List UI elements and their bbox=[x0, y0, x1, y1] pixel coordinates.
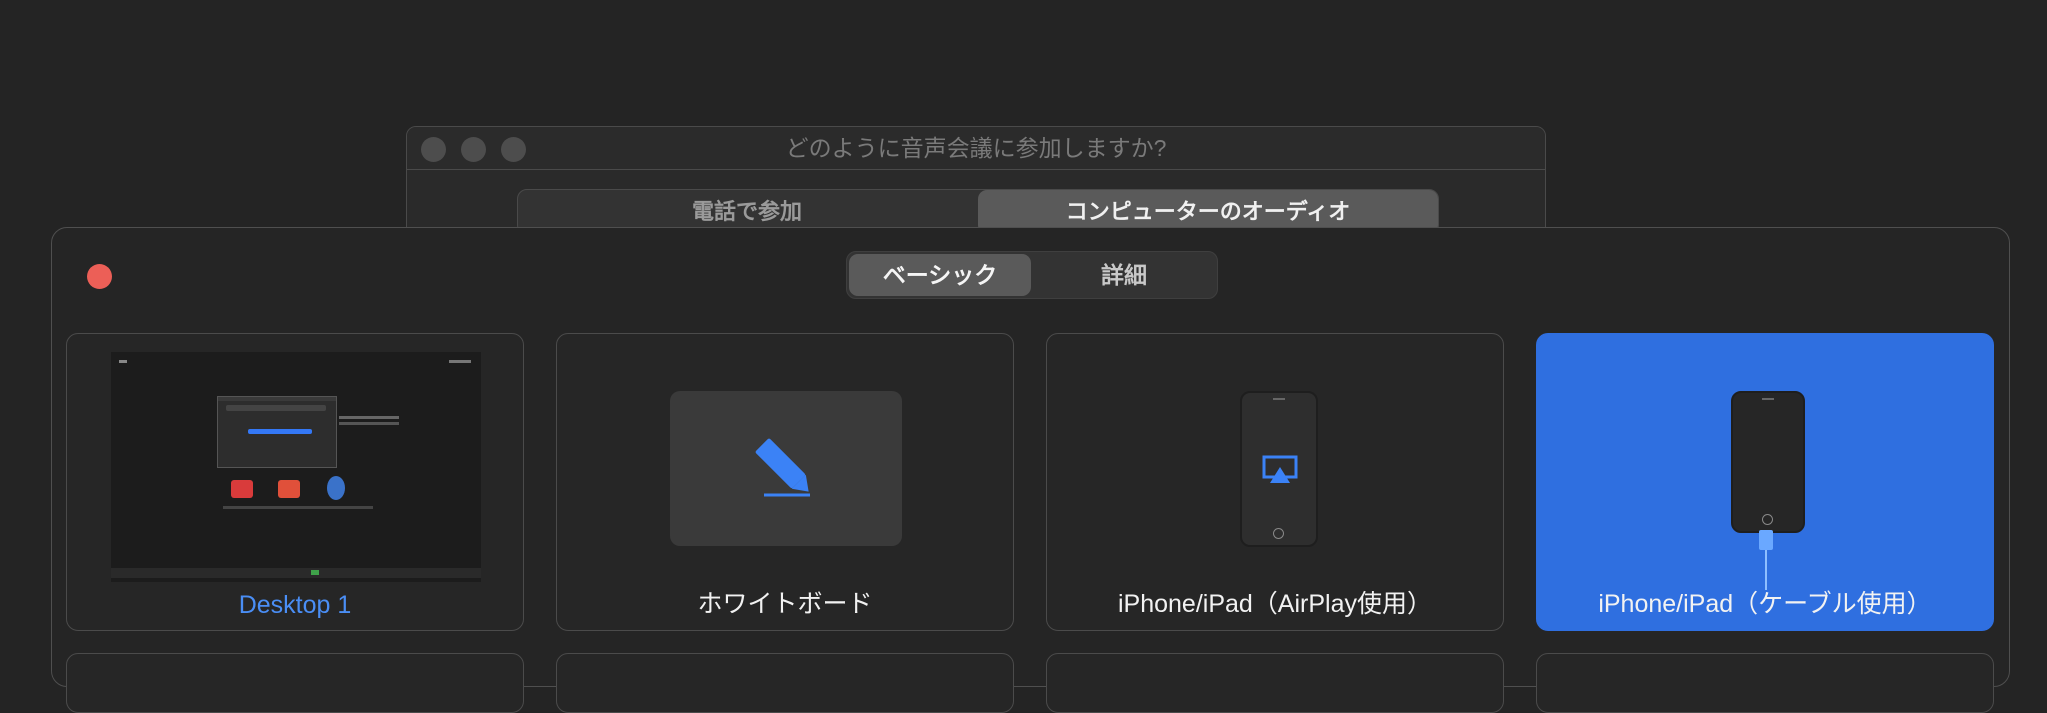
iphone-cable-label: iPhone/iPad（ケーブル使用） bbox=[1598, 590, 1932, 618]
cable-icon bbox=[1759, 530, 1773, 550]
iphone-airplay-label: iPhone/iPad（AirPlay使用） bbox=[1117, 590, 1432, 618]
pen-icon bbox=[755, 438, 810, 497]
whiteboard-label: ホワイトボード bbox=[697, 590, 873, 618]
share-option-row2-3[interactable] bbox=[1046, 653, 1504, 713]
share-screen-window: ベーシック 詳細 Desktop 1 ホワイトボード iPhone/iPad（A… bbox=[51, 227, 2010, 713]
phone-cable-thumbnail bbox=[1731, 391, 1805, 533]
close-button[interactable] bbox=[87, 264, 112, 289]
share-option-whiteboard[interactable]: ホワイトボード bbox=[556, 333, 1014, 631]
share-mode-tabs: ベーシック 詳細 bbox=[846, 251, 1218, 299]
airplay-icon bbox=[1262, 455, 1298, 483]
tab-basic[interactable]: ベーシック bbox=[849, 254, 1031, 296]
audio-dialog-title: どのように音声会議に参加しますか? bbox=[785, 135, 1167, 161]
phone-airplay-thumbnail bbox=[1240, 391, 1318, 547]
desktop-label: Desktop 1 bbox=[238, 591, 352, 619]
share-option-row2-2[interactable] bbox=[556, 653, 1014, 713]
share-option-row2-4[interactable] bbox=[1536, 653, 1994, 713]
tab-advanced[interactable]: 詳細 bbox=[1033, 254, 1215, 296]
share-option-row2-1[interactable] bbox=[66, 653, 524, 713]
share-option-desktop[interactable]: Desktop 1 bbox=[66, 333, 524, 631]
share-option-iphone-cable[interactable]: iPhone/iPad（ケーブル使用） bbox=[1536, 333, 1994, 631]
share-option-iphone-airplay[interactable]: iPhone/iPad（AirPlay使用） bbox=[1046, 333, 1504, 631]
audio-dialog-titlebar: どのように音声会議に参加しますか? bbox=[407, 127, 1545, 170]
desktop-thumbnail bbox=[111, 352, 481, 582]
whiteboard-thumbnail bbox=[670, 391, 902, 546]
